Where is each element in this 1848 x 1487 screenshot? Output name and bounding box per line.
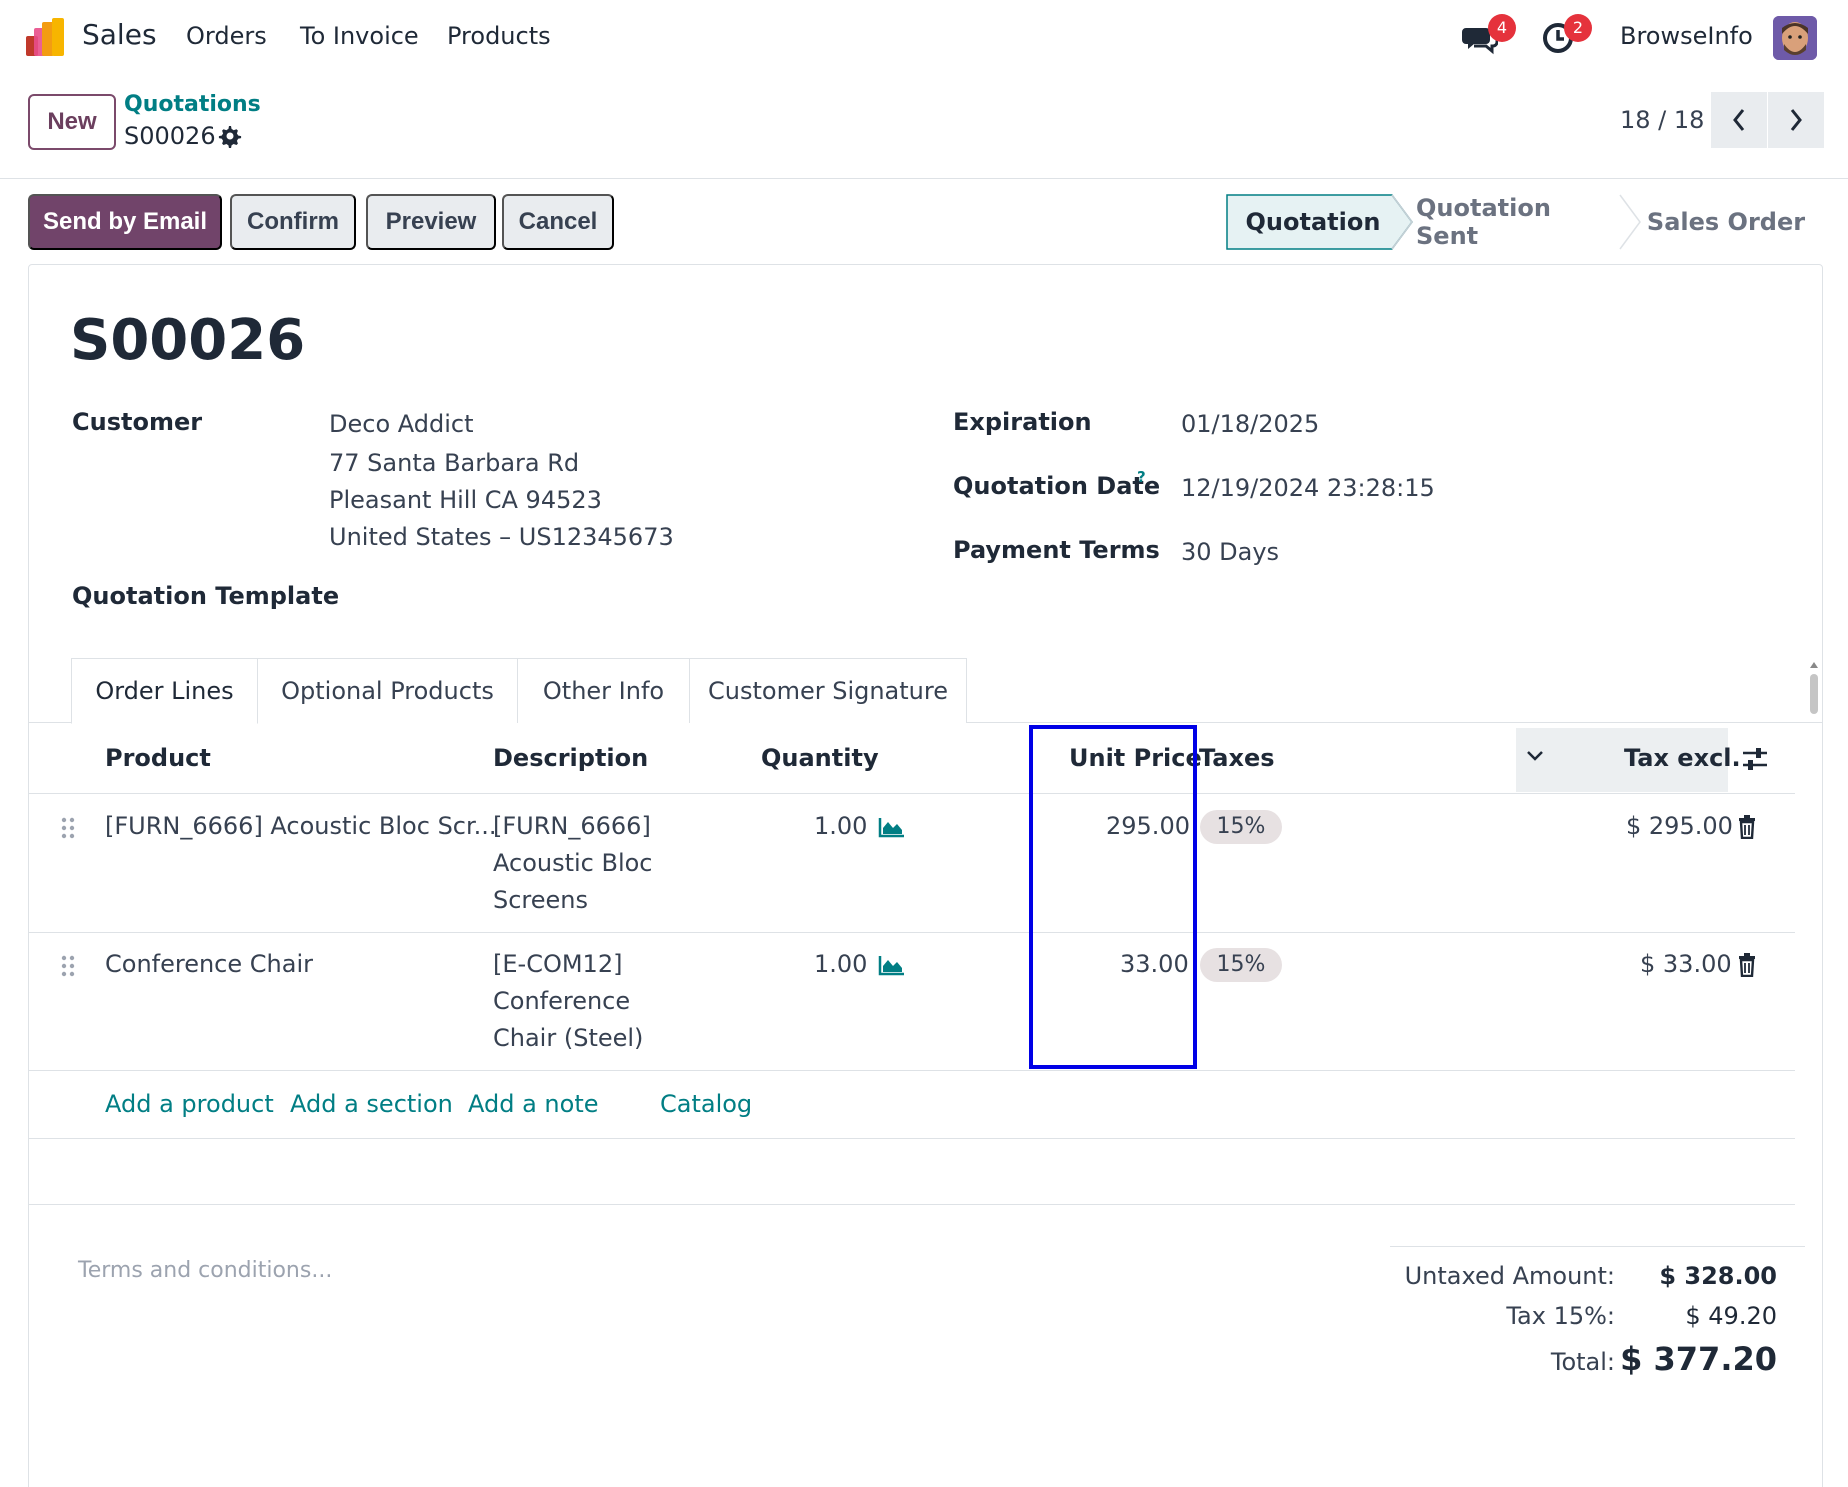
chevron-left-icon [1733,109,1745,131]
menu-products[interactable]: Products [447,22,551,50]
col-tax-excl[interactable]: Tax excl. [1624,744,1741,772]
totals-divider [1390,1246,1805,1247]
row-description-line[interactable]: Acoustic Bloc [493,845,653,882]
catalog-link[interactable]: Catalog [660,1090,752,1118]
user-company-name[interactable]: BrowseInfo [1620,22,1753,50]
tax-label: Tax 15%: [1506,1302,1615,1330]
gear-icon[interactable] [218,124,242,148]
user-avatar[interactable] [1773,16,1817,60]
row-description-line[interactable]: Chair (Steel) [493,1020,643,1057]
add-product-link[interactable]: Add a product [105,1090,274,1118]
menu-orders[interactable]: Orders [186,22,267,50]
terms-and-conditions-field[interactable]: Terms and conditions... [78,1258,332,1283]
quotation-date-label: Quotation Date [953,472,1161,500]
col-taxes[interactable]: Taxes [1199,744,1275,772]
customer-label: Customer [72,408,203,436]
status-bar: Quotation Quotation Sent Sales Order [1226,194,1821,250]
tab-order-lines[interactable]: Order Lines [71,658,258,724]
preview-button[interactable]: Preview [366,194,496,250]
tab-optional-products[interactable]: Optional Products [257,658,518,723]
col-quantity[interactable]: Quantity [761,744,879,772]
row-quantity[interactable]: 1.00 [814,808,867,845]
drag-handle-icon[interactable] [60,816,76,840]
customer-country: United States – US12345673 [329,523,674,551]
menu-to-invoice[interactable]: To Invoice [300,22,419,50]
expiration-field[interactable]: 01/18/2025 [1181,410,1319,438]
row-description-line[interactable]: [FURN_6666] [493,808,651,845]
status-quotation-sent[interactable]: Quotation Sent [1416,194,1621,250]
unit-price-highlight-box [1029,725,1197,1069]
chevron-down-icon[interactable] [1524,748,1546,764]
row-description-line[interactable]: Conference [493,983,630,1020]
scrollbar-thumb[interactable] [1810,674,1818,714]
quotation-date-field[interactable]: 12/19/2024 23:28:15 [1181,474,1435,502]
chevron-right-icon [1790,109,1802,131]
col-product[interactable]: Product [105,744,211,772]
breadcrumb-quotations[interactable]: Quotations [124,92,261,117]
col-description[interactable]: Description [493,744,648,772]
row-subtotal: $ 295.00 [1626,812,1733,840]
row-product[interactable]: Conference Chair [105,946,313,983]
customer-street: 77 Santa Barbara Rd [329,449,580,477]
row-quantity[interactable]: 1.00 [814,946,867,983]
pager-value[interactable]: 18 / 18 [1620,106,1704,134]
quotation-date-help-icon[interactable]: ? [1137,468,1146,486]
table-bottom-divider [28,1204,1795,1205]
total-label: Total: [1550,1348,1615,1376]
add-note-link[interactable]: Add a note [468,1090,599,1118]
untaxed-amount-label: Untaxed Amount: [1404,1262,1615,1290]
column-settings-sliders-icon[interactable] [1741,746,1769,772]
untaxed-amount-value: $ 328.00 [1659,1262,1777,1290]
top-navbar: Sales Orders To Invoice Products 4 2 Bro… [0,0,1848,76]
avatar-face-icon [1773,16,1817,60]
row-tax-tag[interactable]: 15% [1200,810,1282,844]
row-divider [28,932,1795,933]
tax-value: $ 49.20 [1685,1302,1777,1330]
sales-app-icon[interactable] [26,18,66,56]
pager-next-button[interactable] [1768,92,1824,148]
area-chart-forecast-icon[interactable] [878,954,906,976]
payment-terms-label: Payment Terms [953,536,1160,564]
trash-icon[interactable] [1737,953,1757,977]
status-sales-order[interactable]: Sales Order [1636,194,1816,250]
expiration-label: Expiration [953,408,1092,436]
row-description-line[interactable]: [E-COM12] [493,946,622,983]
header-divider [28,793,1795,794]
status-quotation[interactable]: Quotation [1226,194,1400,250]
scroll-up-arrow-icon[interactable] [1808,660,1820,670]
tab-other-info[interactable]: Other Info [517,658,690,723]
row-subtotal: $ 33.00 [1640,950,1732,978]
pager-previous-button[interactable] [1711,92,1767,148]
record-title: S00026 [70,308,306,373]
add-section-link[interactable]: Add a section [290,1090,453,1118]
total-value: $ 377.20 [1620,1340,1777,1378]
cancel-button[interactable]: Cancel [502,194,614,250]
row-tax-tag[interactable]: 15% [1200,948,1282,982]
confirm-button[interactable]: Confirm [230,194,356,250]
drag-handle-icon[interactable] [60,954,76,978]
quotation-template-field[interactable] [329,576,889,616]
activity-badge: 2 [1564,14,1592,42]
control-panel-divider [0,178,1848,179]
row-product[interactable]: [FURN_6666] Acoustic Bloc Scr... [105,808,497,845]
tab-customer-signature[interactable]: Customer Signature [689,658,967,723]
row-divider [28,1070,1795,1071]
messages-badge: 4 [1488,14,1516,42]
customer-city: Pleasant Hill CA 94523 [329,486,602,514]
send-by-email-button[interactable]: Send by Email [28,194,222,250]
row-divider [28,1138,1795,1139]
area-chart-forecast-icon[interactable] [878,816,906,838]
trash-icon[interactable] [1737,815,1757,839]
customer-name[interactable]: Deco Addict [329,410,474,438]
app-name[interactable]: Sales [82,18,157,51]
quotation-template-label: Quotation Template [72,582,340,610]
payment-terms-field[interactable]: 30 Days [1181,538,1279,566]
row-description-line[interactable]: Screens [493,882,588,919]
new-button[interactable]: New [28,94,116,150]
breadcrumb-record-name: S00026 [124,122,216,150]
